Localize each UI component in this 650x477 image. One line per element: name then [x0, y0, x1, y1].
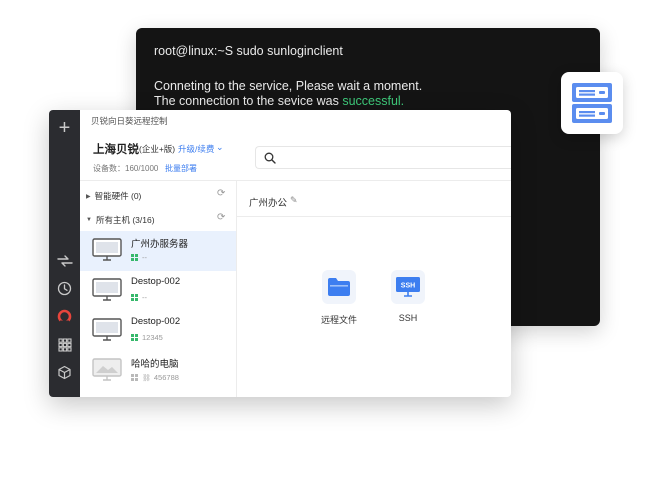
monitor-icon [92, 358, 122, 381]
tool-tile [322, 270, 356, 304]
monitor-icon [92, 238, 122, 261]
cube-icon[interactable] [55, 363, 74, 382]
device-count: 设备数：160/1000 [93, 164, 159, 173]
windows-icon [131, 254, 138, 261]
caret-down-icon: ▼ [86, 217, 92, 223]
chevron-down-icon[interactable]: ⌄ [216, 142, 224, 153]
apps-grid-icon[interactable] [55, 335, 74, 354]
pane-divider [236, 181, 237, 397]
host-name: Destop-002 [131, 316, 181, 327]
terminal-success-text: successful. [342, 94, 405, 108]
group-label: 所有主机 (3/16) [95, 215, 155, 225]
host-id: 456788 [153, 373, 179, 382]
host-id: 12345 [142, 333, 163, 342]
terminal-output-text: The connection to the sevice was [154, 94, 343, 108]
host-id: -- [142, 253, 147, 262]
svg-text:SSH: SSH [401, 283, 415, 290]
tool-remote-files[interactable]: 远程文件 [314, 270, 364, 326]
monitor-icon [92, 278, 122, 301]
group-smart-hardware[interactable]: ▶ 智能硬件 (0) [86, 190, 141, 202]
ssh-monitor-icon: SSH [396, 277, 420, 297]
app-window: + 贝锐向日葵远程控制 上海贝锐 (企业+版) 升级/续费 ⌄ 设备数：160/… [49, 110, 511, 397]
left-rail: + [49, 110, 80, 397]
server-card [561, 72, 623, 134]
host-row[interactable]: 哈哈的电脑 ⛓ 456788 [80, 351, 236, 391]
caret-right-icon: ▶ [86, 193, 91, 200]
terminal-output-line: Conneting to the service, Please wait a … [154, 79, 423, 93]
server-icon [572, 83, 612, 123]
org-name: 上海贝锐 [93, 144, 139, 156]
search-icon [264, 152, 276, 164]
remote-control-icon[interactable] [55, 251, 74, 270]
tool-ssh[interactable]: SSH SSH [383, 270, 433, 323]
host-sub: 12345 [131, 333, 163, 342]
plus-icon[interactable]: + [55, 118, 74, 138]
host-sub: ⛓ 456788 [131, 373, 179, 382]
terminal-output-line: The connection to the sevice was success… [154, 94, 404, 108]
host-name: Destop-002 [131, 276, 181, 287]
windows-icon [131, 334, 138, 341]
tool-label: 远程文件 [320, 315, 357, 325]
edit-icon[interactable]: ✎ [290, 195, 298, 206]
window-title: 贝锐向日葵远程控制 [91, 116, 168, 126]
host-id: -- [142, 293, 147, 302]
tool-tile: SSH [391, 270, 425, 304]
sunlogin-logo-icon[interactable] [55, 307, 74, 326]
group-label: 智能硬件 (0) [94, 191, 142, 201]
host-name: 哈哈的电脑 [131, 359, 179, 370]
host-row[interactable]: 广州办服务器 -- [80, 231, 236, 271]
folder-icon [328, 278, 350, 296]
host-name: 广州办服务器 [131, 239, 189, 250]
header-divider [80, 180, 511, 181]
host-row[interactable]: Destop-002 -- [80, 271, 236, 311]
terminal-command-line: root@linux:~S sudo sunloginclient [154, 44, 343, 58]
host-row[interactable]: Destop-002 12345 [80, 311, 236, 351]
monitor-icon [92, 318, 122, 341]
refresh-icon[interactable]: ⟳ [217, 212, 225, 223]
host-sub: -- [131, 253, 147, 262]
host-sub: -- [131, 293, 147, 302]
org-edition: (企业+版) [139, 144, 176, 154]
windows-icon [131, 374, 138, 381]
windows-icon [131, 294, 138, 301]
link-icon: ⛓ [142, 374, 151, 382]
tool-label: SSH [398, 313, 418, 323]
history-icon[interactable] [55, 279, 74, 298]
detail-title: 广州办公 [249, 198, 288, 209]
group-all-hosts[interactable]: ▼ 所有主机 (3/16) [86, 214, 155, 226]
upgrade-link[interactable]: 升级/续费 [178, 143, 214, 155]
batch-deploy-link[interactable]: 批量部署 [165, 163, 197, 174]
detail-divider [237, 216, 511, 217]
refresh-icon[interactable]: ⟳ [217, 188, 225, 199]
search-input[interactable] [255, 146, 511, 169]
